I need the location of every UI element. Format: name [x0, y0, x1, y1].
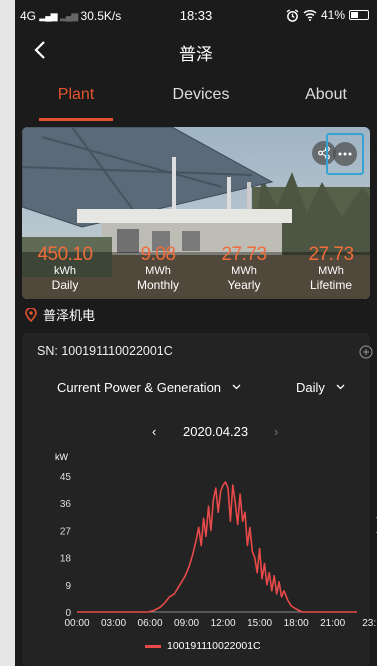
chart-type-dropdown[interactable]: Current Power & Generation	[57, 380, 241, 395]
stat-label: Monthly	[136, 278, 180, 292]
status-bar: 4G ▂▄▆ ▂▄▆ 30.5K/s 18:33 41%	[15, 0, 377, 30]
device-serial: SN: 100191110022001C	[37, 344, 173, 358]
battery-level	[351, 12, 358, 18]
series-line	[77, 481, 357, 613]
prev-date-button[interactable]: ‹	[152, 424, 156, 439]
period-value: Daily	[296, 380, 325, 395]
more-button[interactable]	[333, 142, 357, 166]
add-circle-icon[interactable]	[359, 345, 373, 359]
stat-value: 9.08	[140, 244, 176, 265]
stat-unit: kWh	[54, 265, 76, 277]
plant-location: 普泽机电	[25, 305, 95, 324]
x-tick-label: 06:00	[138, 618, 163, 629]
stat-label: Yearly	[227, 278, 261, 292]
y-tick-label: 36	[60, 499, 72, 510]
location-name: 普泽机电	[43, 308, 96, 323]
tab-devices[interactable]: Devices	[165, 86, 237, 104]
stat-monthly: 9.08 MWh Monthly	[118, 244, 198, 293]
chevron-down-icon	[232, 384, 241, 390]
location-pin-icon	[25, 307, 37, 322]
battery-icon	[349, 10, 369, 20]
sn-label: SN:	[37, 344, 58, 358]
period-dropdown[interactable]: Daily	[296, 380, 345, 395]
chart-type-value: Current Power & Generation	[57, 380, 222, 395]
sn-value: 100191110022001C	[61, 344, 173, 358]
stat-unit: MWh	[318, 265, 344, 277]
stat-value: 27.73	[308, 244, 354, 265]
stat-unit: MWh	[145, 265, 171, 277]
chevron-down-icon	[336, 384, 344, 390]
selected-date[interactable]: 2020.04.23	[183, 424, 248, 439]
tab-about[interactable]: About	[295, 86, 357, 104]
phone-screen: 4G ▂▄▆ ▂▄▆ 30.5K/s 18:33 41% 普泽 Plant De…	[15, 0, 377, 666]
y-tick-label: 18	[60, 554, 72, 565]
active-tab-indicator	[39, 118, 113, 121]
y-axis-unit: kW	[55, 452, 68, 462]
x-tick-label: 00:00	[64, 618, 89, 629]
stat-value: 450.10	[37, 244, 93, 265]
x-tick-label: 12:00	[211, 618, 236, 629]
stat-daily: 450.10 kWh Daily	[25, 244, 105, 293]
next-date-button[interactable]: ›	[274, 424, 278, 439]
alarm-icon	[286, 8, 299, 22]
x-tick-label: 23:	[362, 618, 376, 629]
stat-value: 27.73	[221, 244, 267, 265]
more-icon	[338, 152, 352, 156]
nav-bar: 普泽	[15, 30, 377, 70]
x-tick-label: 09:00	[174, 618, 199, 629]
more-button-highlight	[326, 133, 364, 175]
y-tick-label: 27	[60, 526, 72, 537]
stat-yearly: 27.73 MWh Yearly	[204, 244, 284, 293]
stat-unit: MWh	[231, 265, 257, 277]
tab-plant[interactable]: Plant	[39, 86, 113, 104]
stat-lifetime: 27.73 MWh Lifetime	[291, 244, 370, 293]
x-tick-label: 15:00	[247, 618, 272, 629]
legend-label: 100191110022001C	[167, 640, 261, 652]
stat-label: Daily	[51, 278, 79, 292]
legend-swatch	[145, 644, 161, 648]
power-chart: 091827364500:00 03:00 06:00 09:00 12:00 15:00…	[60, 472, 376, 629]
x-tick-label: 21:00	[320, 618, 345, 629]
wifi-icon	[303, 9, 317, 21]
battery-percent: 41%	[320, 8, 345, 22]
y-tick-label: 45	[60, 472, 72, 483]
x-tick-label: 03:00	[101, 618, 126, 629]
stat-label: Lifetime	[309, 278, 353, 292]
tab-bar: Plant Devices About	[15, 78, 377, 122]
page-title: 普泽	[179, 45, 213, 64]
plant-photo-card: 450.10 kWh Daily 9.08 MWh Monthly 27.73 …	[22, 127, 370, 299]
y-tick-label: 9	[65, 581, 71, 592]
x-tick-label: 18:00	[284, 618, 309, 629]
chart-legend: 100191110022001C	[145, 640, 261, 652]
